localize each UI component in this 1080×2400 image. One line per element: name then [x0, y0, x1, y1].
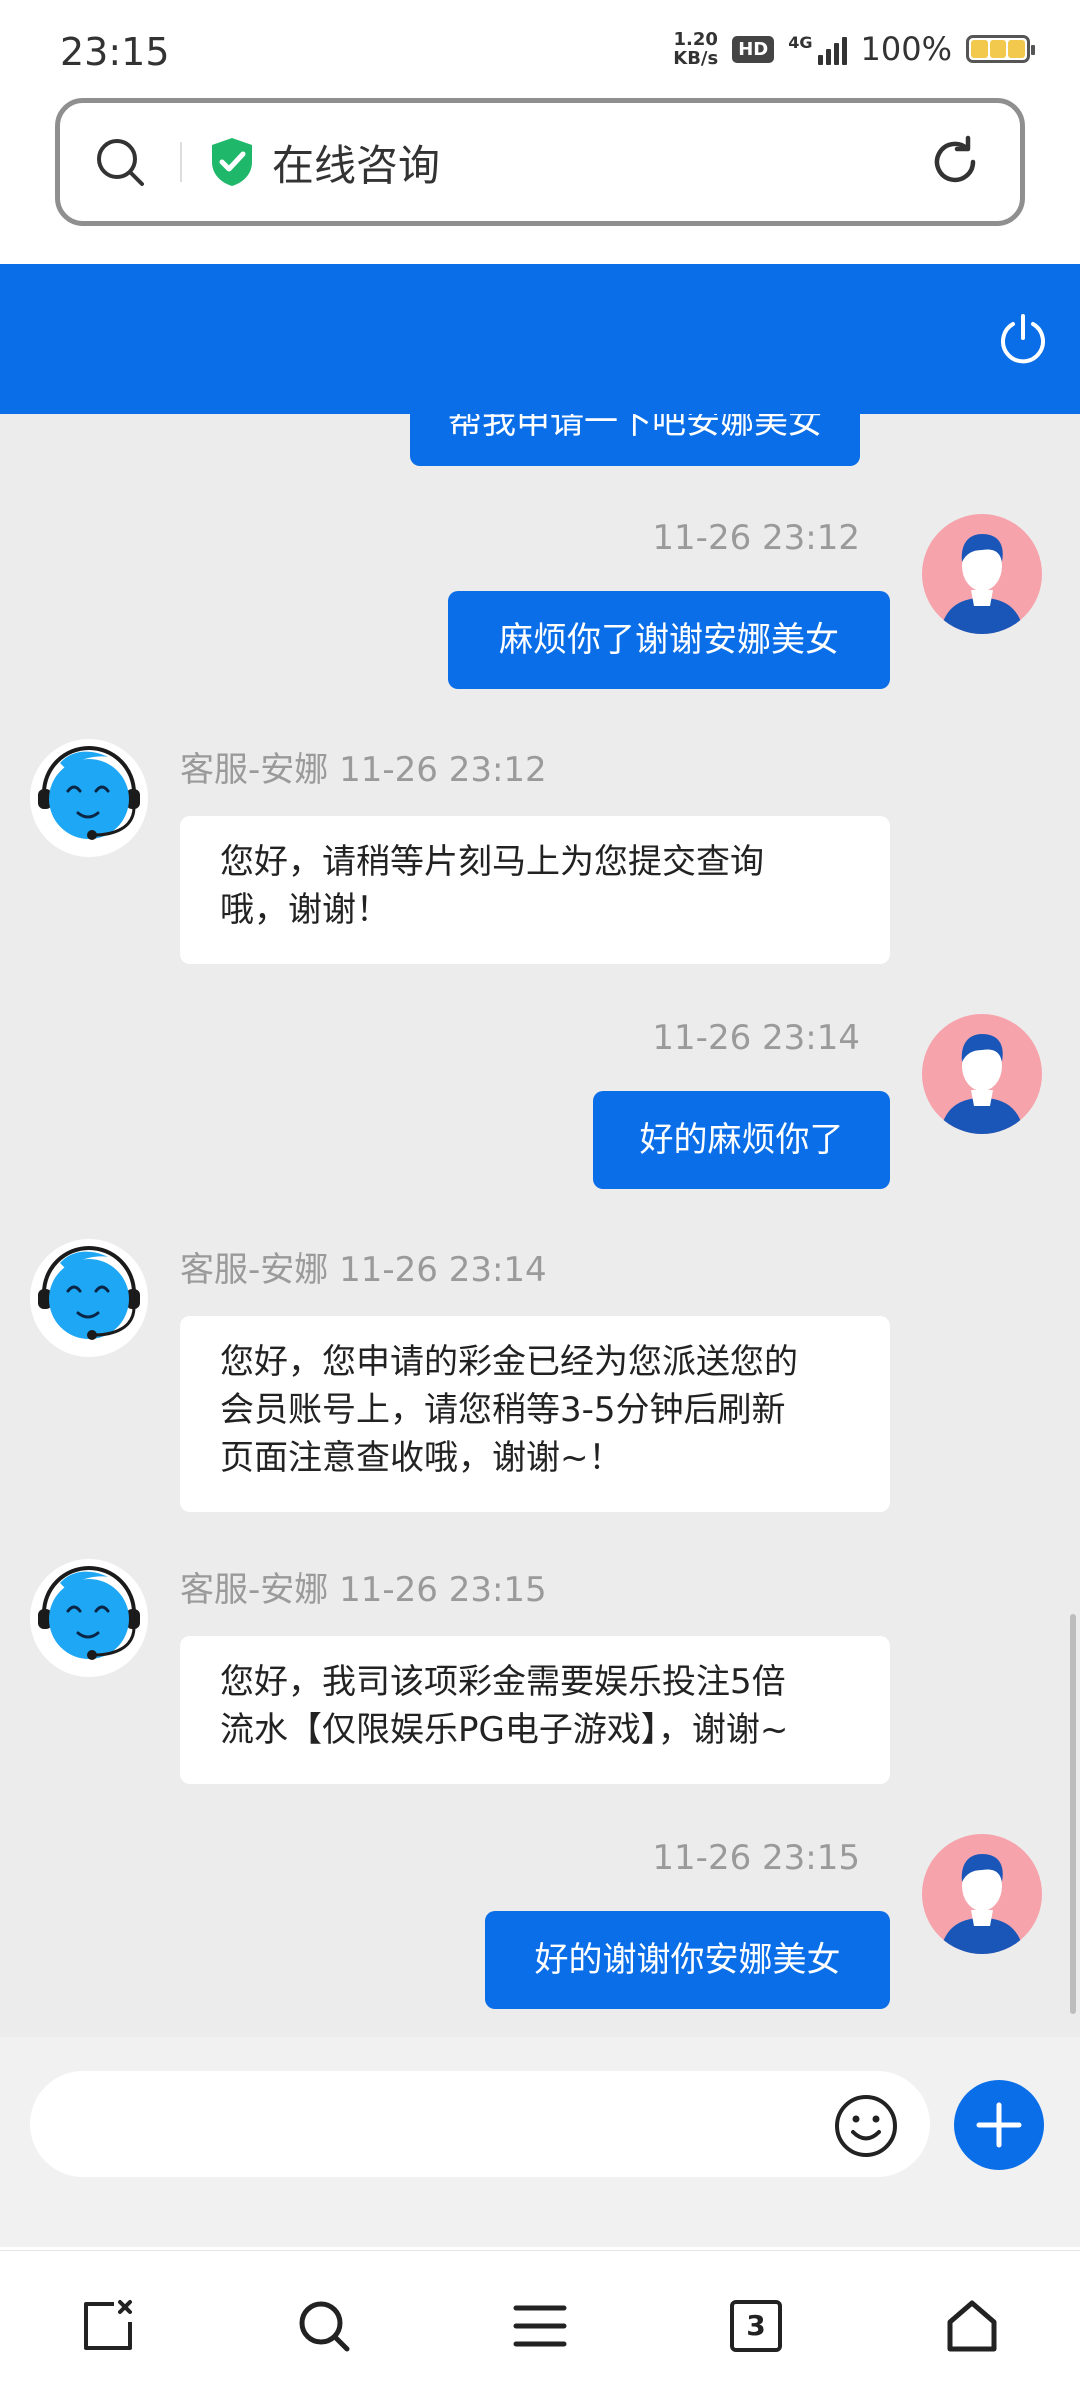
- agent-avatar[interactable]: [30, 1559, 148, 1677]
- battery-percent: 100%: [860, 30, 952, 68]
- agent-avatar[interactable]: [30, 739, 148, 857]
- user-avatar-icon: [940, 534, 1024, 634]
- shield-check-icon: [212, 138, 252, 186]
- network-speed: 1.20 KB/s: [673, 30, 718, 68]
- message-bubble-user: 好的麻烦你了: [593, 1091, 890, 1189]
- refresh-icon: [934, 135, 976, 183]
- browser-bottom-nav: 3: [0, 2250, 1080, 2400]
- agent-avatar-icon: [38, 1566, 140, 1660]
- network-speed-unit: KB/s: [673, 48, 719, 69]
- message-timestamp: 11-26 23:15: [652, 1838, 860, 1878]
- address-divider: [180, 142, 182, 182]
- home-icon: [947, 2300, 997, 2351]
- message-timestamp: 11-26 23:15: [339, 1570, 547, 1610]
- status-time: 23:15: [60, 30, 170, 74]
- page-title: 在线咨询: [272, 140, 441, 190]
- agent-name: 客服-安娜: [180, 750, 329, 790]
- tab-count: 3: [730, 2299, 782, 2352]
- message-timestamp: 11-26 23:12: [339, 750, 547, 790]
- message-bubble-agent: 您好，请稍等片刻马上为您提交查询 哦，谢谢！: [180, 816, 890, 964]
- plus-icon: [976, 2102, 1022, 2148]
- agent-message-meta: 客服-安娜 11-26 23:15: [180, 1562, 547, 1611]
- address-search-button[interactable]: [60, 103, 180, 221]
- exit-chat-button[interactable]: [994, 310, 1052, 368]
- agent-message-meta: 客服-安娜 11-26 23:12: [180, 742, 547, 791]
- message-timestamp: 11-26 23:14: [339, 1250, 547, 1290]
- agent-avatar-icon: [38, 1246, 140, 1340]
- agent-name: 客服-安娜: [180, 1570, 329, 1610]
- chat-scrollbar[interactable]: [1070, 1614, 1076, 2014]
- message-bubble-user: 麻烦你了谢谢安娜美女: [448, 591, 890, 689]
- emoji-button[interactable]: [832, 2092, 900, 2160]
- user-avatar[interactable]: [922, 1834, 1042, 1954]
- search-icon: [299, 2301, 350, 2351]
- user-avatar[interactable]: [922, 514, 1042, 634]
- message-input[interactable]: [30, 2071, 930, 2177]
- signal-icon: 4G: [788, 33, 847, 65]
- message-timestamp: 11-26 23:12: [652, 518, 860, 558]
- close-page-icon: [84, 2299, 132, 2350]
- agent-message-meta: 客服-安娜 11-26 23:14: [180, 1242, 547, 1291]
- attach-button[interactable]: [954, 2080, 1044, 2170]
- agent-name: 客服-安娜: [180, 1250, 329, 1290]
- power-icon: [1001, 314, 1045, 364]
- chat-messages[interactable]: 帮我申请一下吧安娜美女 11-26 23:12 麻烦你了谢谢安娜美女 客服-安娜…: [0, 414, 1080, 2037]
- menu-button[interactable]: [480, 2266, 600, 2386]
- search-icon: [97, 139, 144, 186]
- agent-avatar[interactable]: [30, 1239, 148, 1357]
- message-composer: [0, 2037, 1080, 2247]
- user-avatar-icon: [940, 1034, 1024, 1134]
- message-bubble-user: 好的谢谢你安娜美女: [485, 1911, 890, 2009]
- agent-avatar-icon: [38, 746, 140, 840]
- battery-icon: [966, 35, 1035, 63]
- close-page-button[interactable]: [48, 2266, 168, 2386]
- hd-icon: HD: [732, 35, 775, 63]
- message-bubble-agent: 您好，您申请的彩金已经为您派送您的 会员账号上，请您稍等3-5分钟后刷新 页面注…: [180, 1316, 890, 1512]
- home-button[interactable]: [912, 2266, 1032, 2386]
- status-bar: 23:15 1.20 KB/s HD 4G 100%: [0, 0, 1080, 95]
- message-timestamp: 11-26 23:14: [652, 1018, 860, 1058]
- user-avatar[interactable]: [922, 1014, 1042, 1134]
- message-bubble-agent: 您好，我司该项彩金需要娱乐投注5倍 流水【仅限娱乐PG电子游戏】，谢谢~: [180, 1636, 890, 1784]
- network-type: 4G: [788, 33, 813, 52]
- tabs-button[interactable]: 3: [696, 2266, 816, 2386]
- emoji-icon: [835, 2095, 897, 2157]
- address-bar[interactable]: 在线咨询: [55, 98, 1025, 226]
- user-avatar-icon: [940, 1854, 1024, 1954]
- network-speed-value: 1.20: [673, 29, 718, 50]
- message-bubble-partial: 帮我申请一下吧安娜美女: [410, 414, 860, 466]
- chat-header: [0, 264, 1080, 414]
- status-indicators: 1.20 KB/s HD 4G 100%: [673, 30, 1035, 68]
- refresh-button[interactable]: [890, 103, 1020, 221]
- menu-icon: [513, 2305, 567, 2346]
- search-button[interactable]: [264, 2266, 384, 2386]
